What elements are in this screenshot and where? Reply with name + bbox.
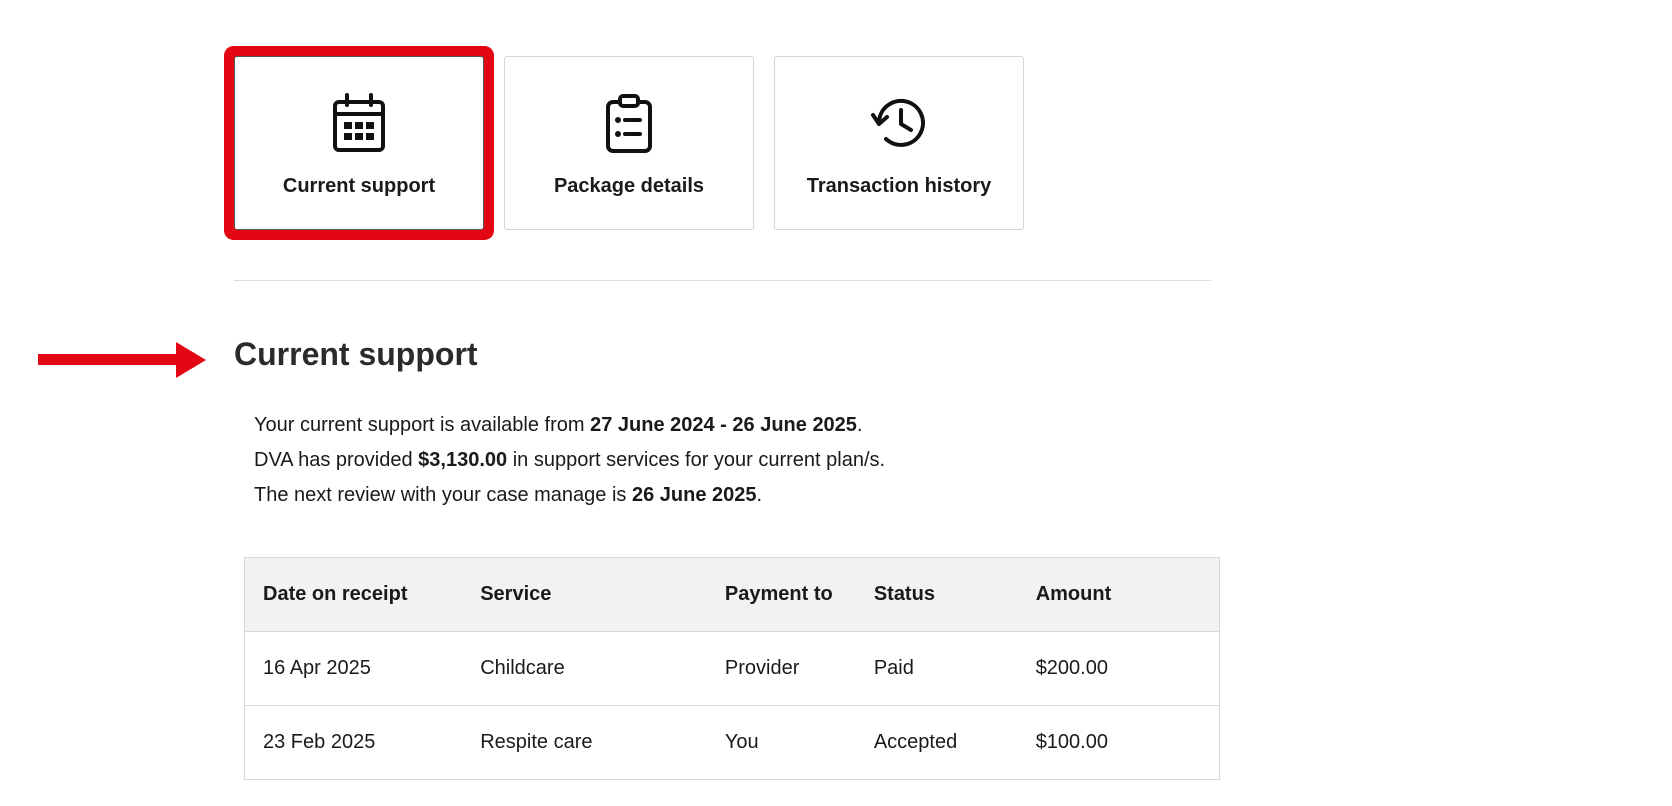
text: DVA has provided <box>254 449 419 471</box>
column-header: Date on receipt <box>244 557 463 632</box>
service-cell: Childcare <box>462 631 707 706</box>
column-header: Status <box>855 557 1018 632</box>
amount-cell: $200.00 <box>1017 631 1220 706</box>
tab-current-support[interactable]: Current support <box>234 56 484 230</box>
column-header: Amount <box>1017 557 1220 632</box>
page: Current support Package details Transact… <box>0 0 1672 806</box>
support-summary: Your current support is available from 2… <box>254 408 885 513</box>
support-table: Date on receipt Service Payment to Statu… <box>244 557 1220 780</box>
tab-package-details[interactable]: Package details <box>504 56 754 230</box>
date-cell: 16 Apr 2025 <box>244 631 463 706</box>
table-header-row: Date on receipt Service Payment to Statu… <box>244 557 1220 632</box>
service-cell: Respite care <box>462 705 707 780</box>
section-divider <box>234 280 1211 281</box>
text: . <box>856 414 863 436</box>
text: Your current support is available from <box>254 414 591 436</box>
clipboard-list-icon <box>604 91 654 155</box>
tab-label: Current support <box>282 175 436 197</box>
provided-amount-line: DVA has provided $3,130.00 in support se… <box>254 443 885 478</box>
section-title: Current support <box>234 336 478 372</box>
text: The next review with your case manage is <box>254 484 632 506</box>
table-row: 23 Feb 2025 Respite care You Accepted $1… <box>244 705 1220 780</box>
navigation-tiles: Current support Package details Transact… <box>234 56 1024 230</box>
table-row: 16 Apr 2025 Childcare Provider Paid $200… <box>244 631 1220 706</box>
column-header: Service <box>462 557 707 632</box>
text: in support services for your current pla… <box>507 449 886 471</box>
history-icon <box>869 91 929 155</box>
payment-to-cell: Provider <box>706 631 856 706</box>
calendar-icon <box>332 91 386 155</box>
status-cell: Accepted <box>855 705 1018 780</box>
text: . <box>756 484 763 506</box>
column-header: Payment to <box>706 557 856 632</box>
next-review-line: The next review with your case manage is… <box>254 478 885 513</box>
tab-label: Package details <box>553 175 705 197</box>
amount-cell: $100.00 <box>1017 705 1220 780</box>
annotation-arrow-icon <box>38 342 208 383</box>
support-table-container: Date on receipt Service Payment to Statu… <box>244 557 1220 780</box>
support-period: 27 June 2024 - 26 June 2025 <box>590 414 857 436</box>
tab-label: Transaction history <box>806 175 992 197</box>
next-review-date: 26 June 2025 <box>631 484 757 506</box>
provided-amount: $3,130.00 <box>418 449 508 471</box>
support-period-line: Your current support is available from 2… <box>254 408 885 443</box>
status-cell: Paid <box>855 631 1018 706</box>
date-cell: 23 Feb 2025 <box>244 705 463 780</box>
payment-to-cell: You <box>706 705 856 780</box>
tab-transaction-history[interactable]: Transaction history <box>774 56 1024 230</box>
